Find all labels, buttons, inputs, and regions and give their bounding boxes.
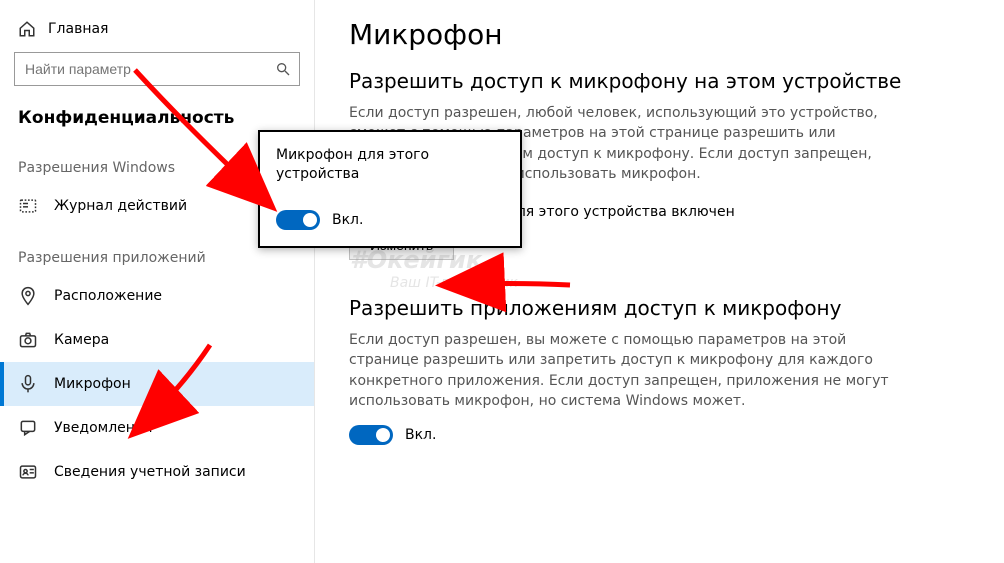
popup-mic-toggle-label: Вкл. xyxy=(332,212,363,228)
search-icon xyxy=(275,61,291,77)
page-title: Микрофон xyxy=(349,18,974,51)
apps-mic-toggle-label: Вкл. xyxy=(405,427,436,443)
section2-heading: Разрешить приложениям доступ к микрофону xyxy=(349,296,974,320)
sidebar-item-label: Журнал действий xyxy=(54,198,187,214)
sidebar-item-account-info[interactable]: Сведения учетной записи xyxy=(0,450,314,494)
popup-title: Микрофон для этого устройства xyxy=(276,146,504,184)
camera-icon xyxy=(18,330,38,350)
sidebar-item-label: Микрофон xyxy=(54,376,131,392)
sidebar-item-label: Камера xyxy=(54,332,109,348)
sidebar-home-label: Главная xyxy=(48,21,108,37)
home-icon xyxy=(18,20,36,38)
apps-mic-toggle[interactable] xyxy=(349,425,393,445)
account-info-icon xyxy=(18,462,38,482)
location-icon xyxy=(18,286,38,306)
popup-mic-toggle[interactable] xyxy=(276,210,320,230)
microphone-icon xyxy=(18,374,38,394)
search-box[interactable] xyxy=(14,52,300,86)
main-content: Микрофон Разрешить доступ к микрофону на… xyxy=(315,0,1004,563)
sidebar-item-notifications[interactable]: Уведомления xyxy=(0,406,314,450)
sidebar-home[interactable]: Главная xyxy=(0,14,314,48)
sidebar-item-label: Сведения учетной записи xyxy=(54,464,246,480)
sidebar-item-label: Расположение xyxy=(54,288,162,304)
section1-heading: Разрешить доступ к микрофону на этом уст… xyxy=(349,69,974,93)
activity-icon xyxy=(18,196,38,216)
notifications-icon xyxy=(18,418,38,438)
search-input[interactable] xyxy=(23,60,275,78)
sidebar-item-camera[interactable]: Камера xyxy=(0,318,314,362)
sidebar-item-location[interactable]: Расположение xyxy=(0,274,314,318)
sidebar: Главная Конфиденциальность Разрешения Wi… xyxy=(0,0,315,563)
sidebar-item-label: Уведомления xyxy=(54,420,152,436)
sidebar-item-microphone[interactable]: Микрофон xyxy=(0,362,314,406)
section2-description: Если доступ разрешен, вы можете с помощь… xyxy=(349,330,909,411)
device-mic-popup: Микрофон для этого устройства Вкл. xyxy=(258,130,522,248)
